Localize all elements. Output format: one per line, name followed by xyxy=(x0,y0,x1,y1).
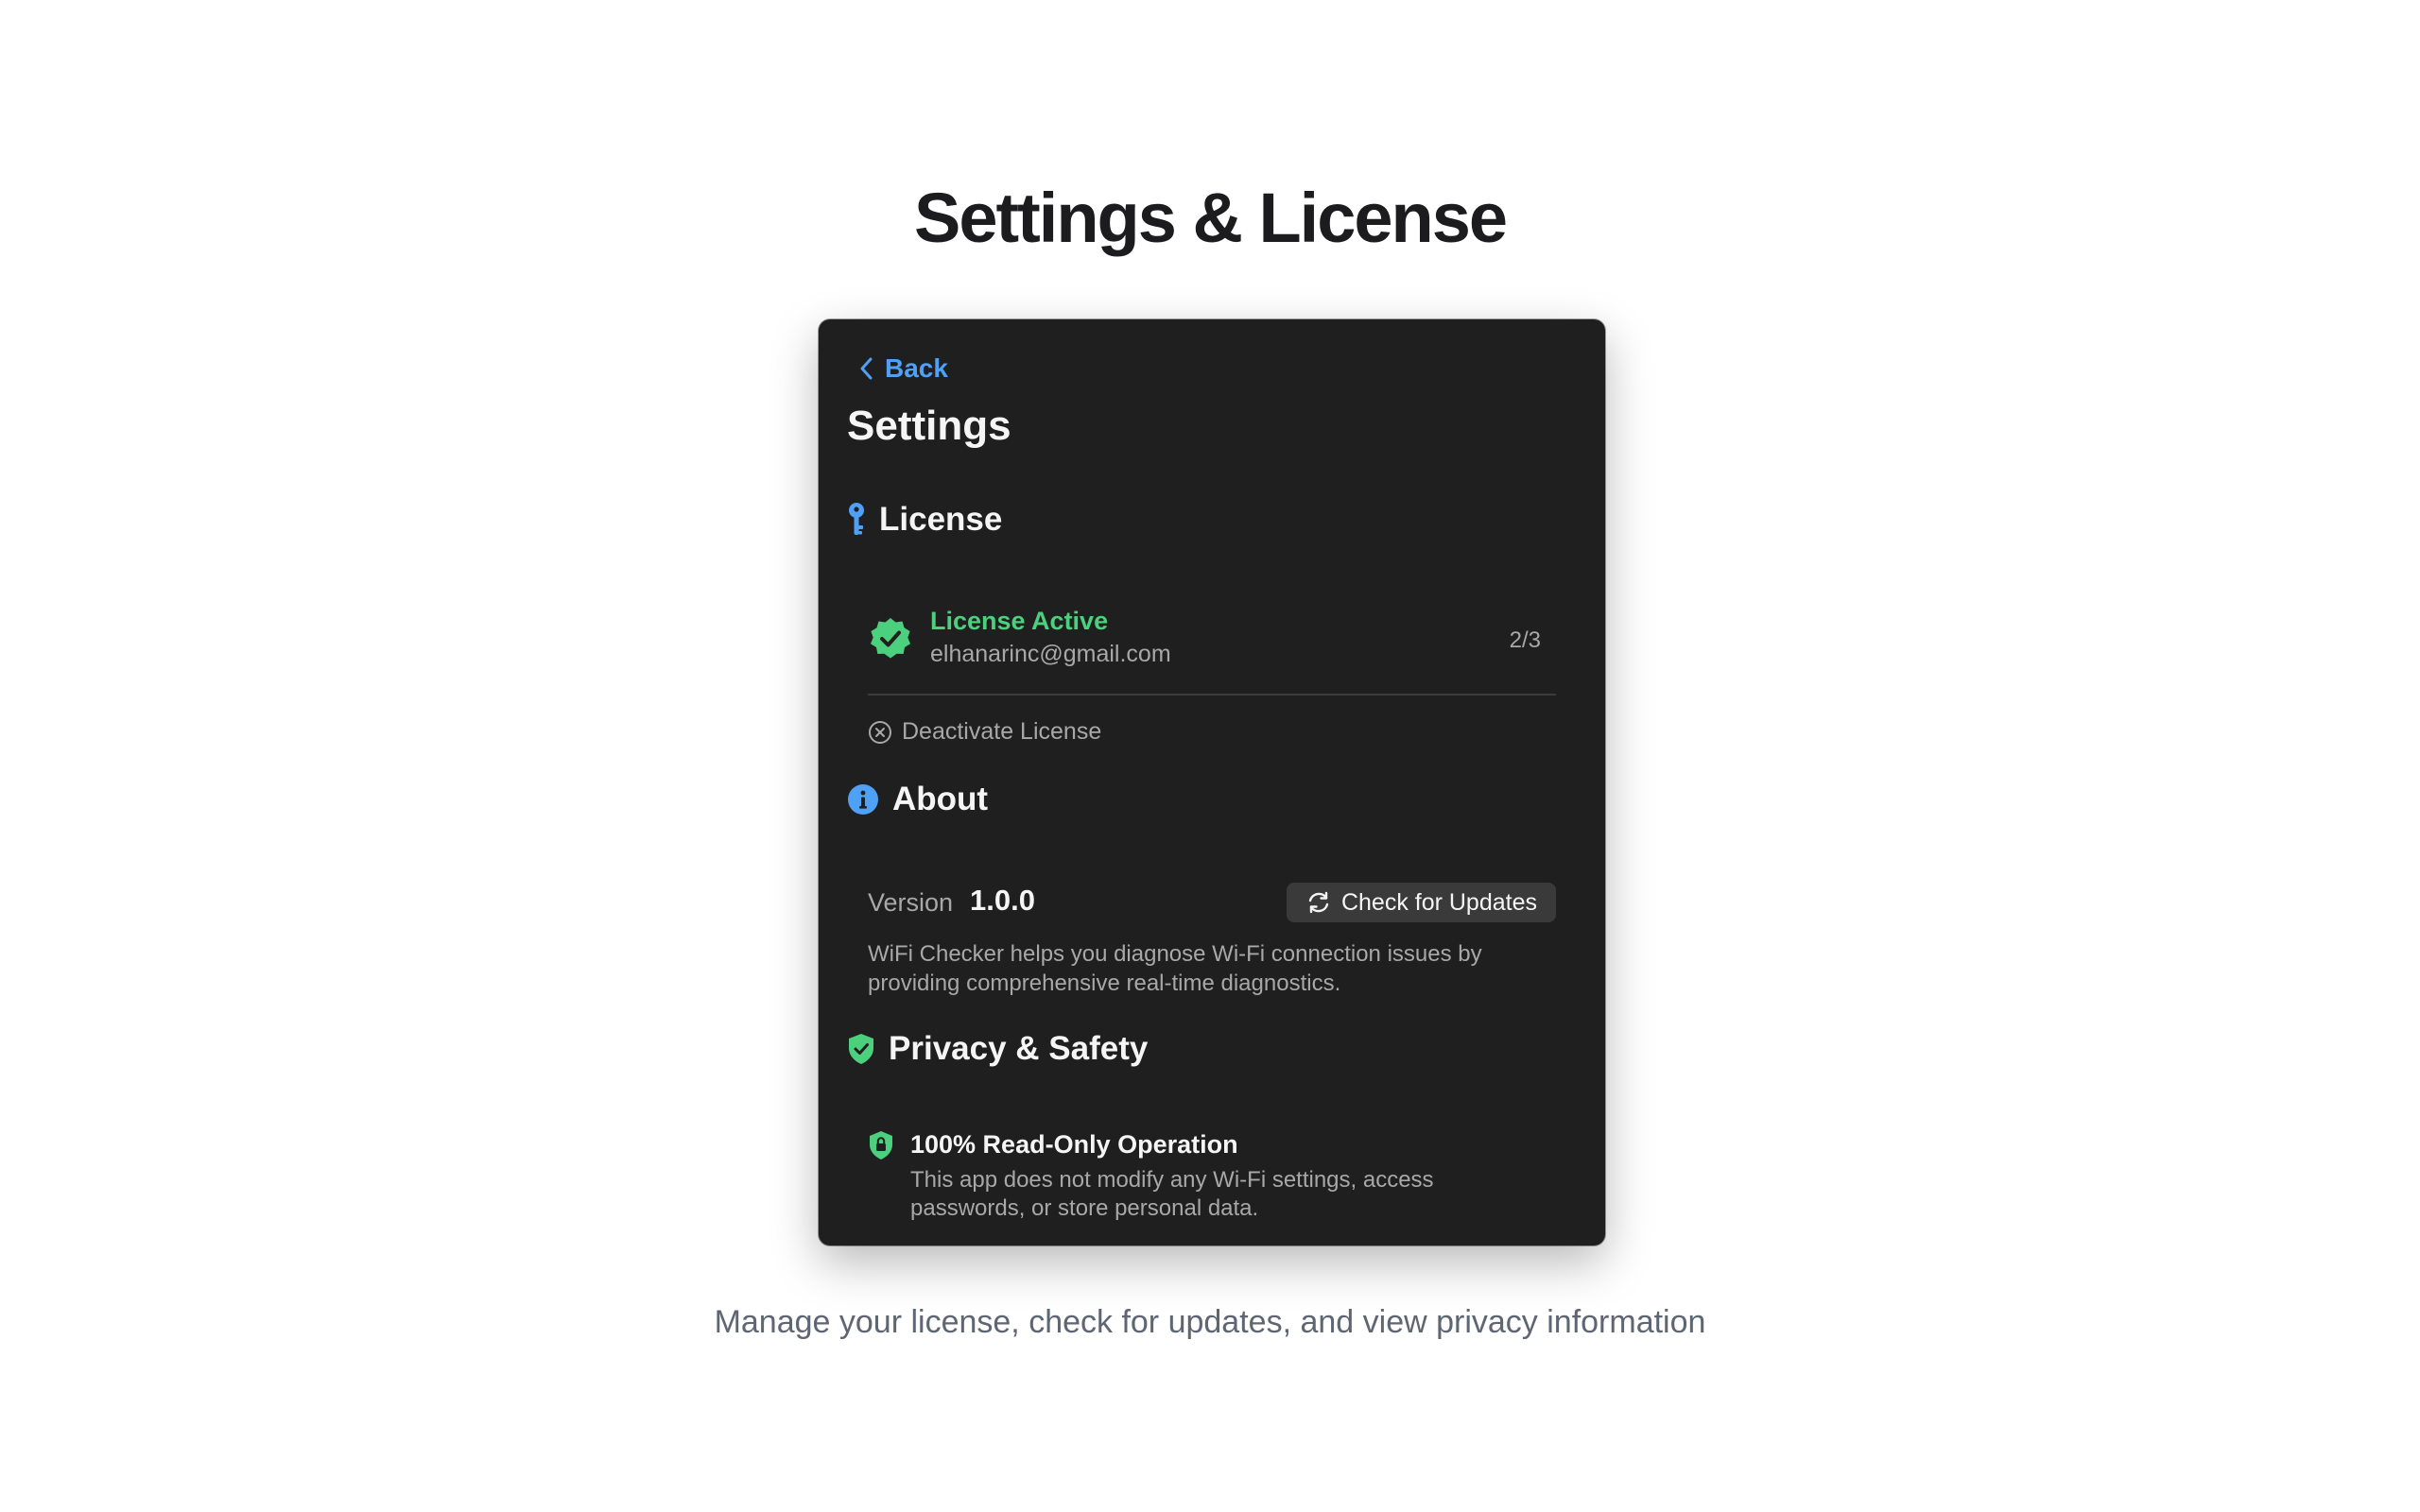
settings-window: Back Settings License License Active elh… xyxy=(819,319,1605,1246)
license-email: elhanarinc@gmail.com xyxy=(930,641,1171,667)
version-label: Version xyxy=(868,888,954,917)
x-circle-icon xyxy=(869,720,891,744)
page-caption: Manage your license, check for updates, … xyxy=(714,1304,1706,1340)
page-headline: Settings & License xyxy=(913,179,1508,257)
info-circle-icon xyxy=(848,784,878,815)
check-for-updates-button[interactable]: Check for Updates xyxy=(1286,883,1556,922)
privacy-section-heading: Privacy & Safety xyxy=(847,1030,1148,1068)
privacy-item-description: This app does not modify any Wi-Fi setti… xyxy=(910,1167,1434,1221)
deactivate-license-button[interactable]: Deactivate License xyxy=(868,718,1101,746)
privacy-heading: Privacy & Safety xyxy=(889,1030,1149,1067)
license-status: License Active xyxy=(930,607,1109,635)
license-section-heading: License xyxy=(847,501,1002,539)
license-divider xyxy=(868,694,1556,696)
about-description: WiFi Checker helps you diagnose Wi-Fi co… xyxy=(868,941,1482,996)
refresh-icon xyxy=(1308,891,1329,914)
privacy-item-title: 100% Read-Only Operation xyxy=(910,1130,1238,1159)
activation-count: 2/3 xyxy=(1509,627,1541,653)
deactivate-label: Deactivate License xyxy=(902,718,1102,745)
check-for-updates-label: Check for Updates xyxy=(1340,888,1537,916)
back-button[interactable]: Back xyxy=(858,353,948,384)
version-row: Version 1.0.0 Check for Updates xyxy=(868,883,1556,924)
version-value: 1.0.0 xyxy=(970,884,1035,917)
key-icon xyxy=(849,503,864,535)
verified-badge-icon xyxy=(871,618,910,659)
license-status-row: License Active elhanarinc@gmail.com 2/3 xyxy=(868,607,1556,675)
lock-shield-icon xyxy=(870,1131,892,1160)
settings-title: Settings xyxy=(847,403,1011,449)
shield-check-icon xyxy=(849,1034,873,1064)
back-label: Back xyxy=(885,353,948,383)
license-heading: License xyxy=(879,501,1003,538)
about-heading: About xyxy=(892,781,989,817)
about-section-heading: About xyxy=(847,781,988,818)
chevron-left-icon xyxy=(860,357,873,380)
